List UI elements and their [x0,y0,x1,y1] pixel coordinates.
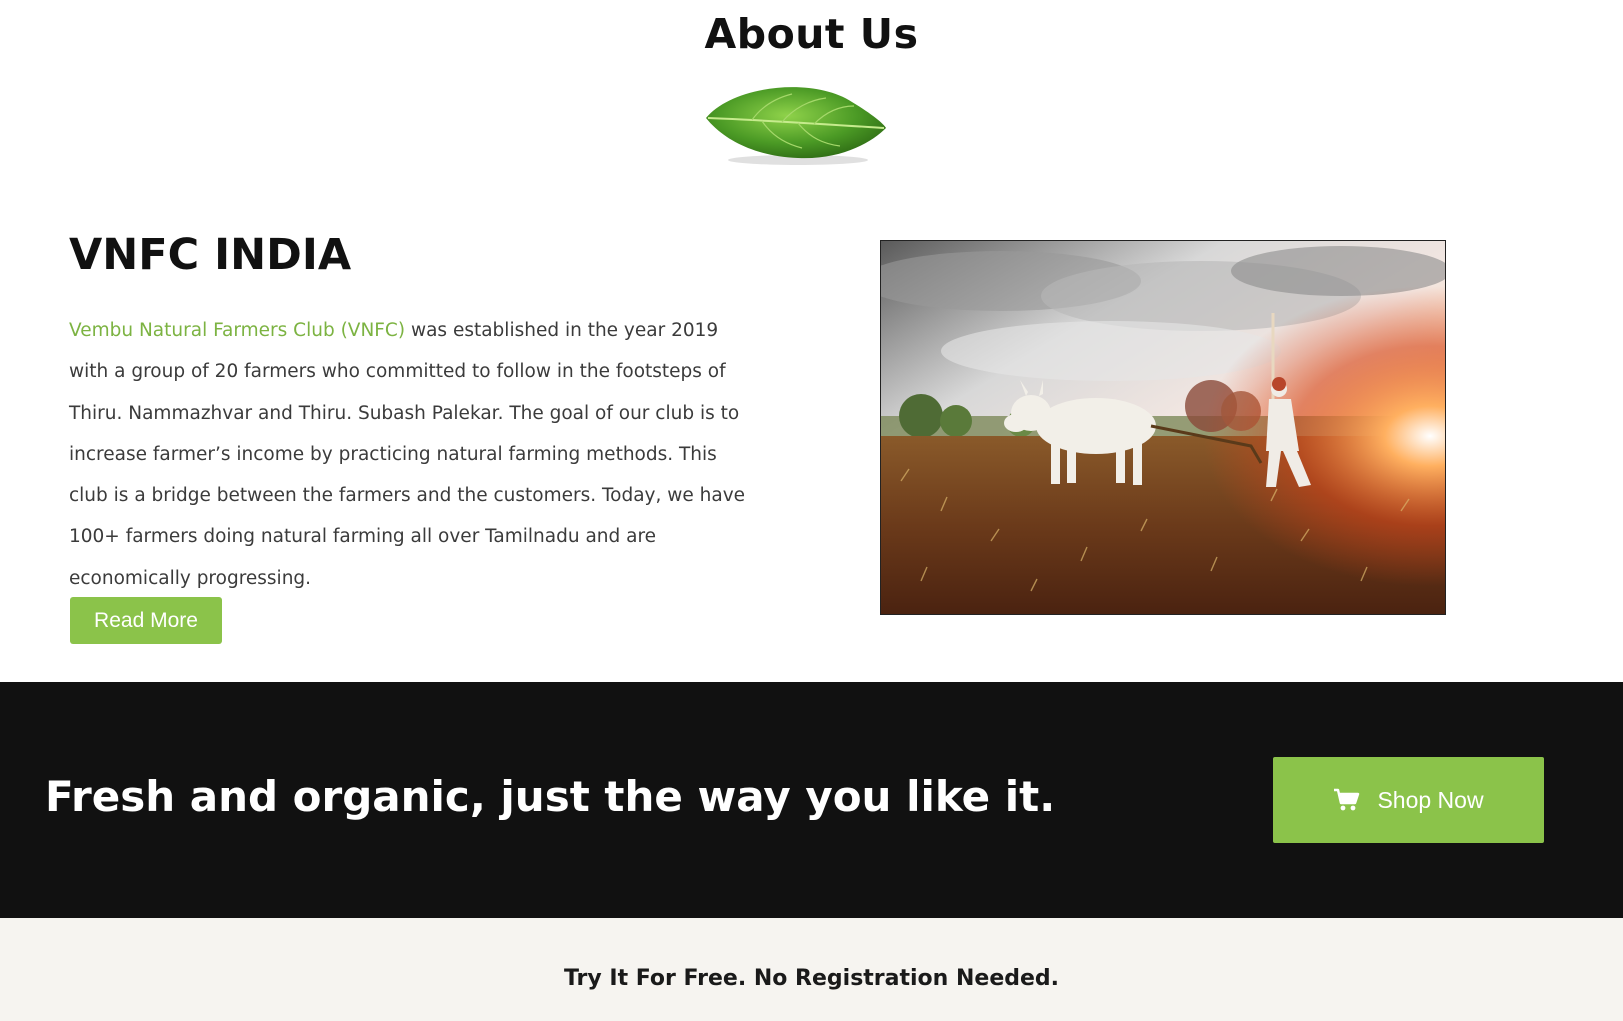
section-heading: VNFC INDIA [69,230,352,280]
about-section: About Us [0,0,1623,190]
intro-paragraph: Vembu Natural Farmers Club (VNFC) was es… [69,310,759,599]
intro-section: VNFC INDIA Vembu Natural Farmers Club (V… [69,220,769,599]
free-trial-text: Try It For Free. No Registration Needed. [563,966,1060,991]
leaf-icon [706,87,886,165]
cart-icon [1334,788,1360,811]
promo-tagline: Fresh and organic, just the way you like… [45,772,1056,821]
read-more-button[interactable]: Read More [70,597,222,644]
farmer-plowing-photo [880,240,1446,615]
intro-body-text: was established in the year 2019 with a … [69,320,746,589]
shop-now-button[interactable]: Shop Now [1273,757,1544,843]
shop-now-label: Shop Now [1377,786,1484,813]
page-title: About Us [704,10,919,58]
vnfc-link[interactable]: Vembu Natural Farmers Club (VNFC) [69,320,405,341]
promo-banner: Fresh and organic, just the way you like… [0,682,1623,918]
free-trial-band: Try It For Free. No Registration Needed. [0,918,1623,1021]
